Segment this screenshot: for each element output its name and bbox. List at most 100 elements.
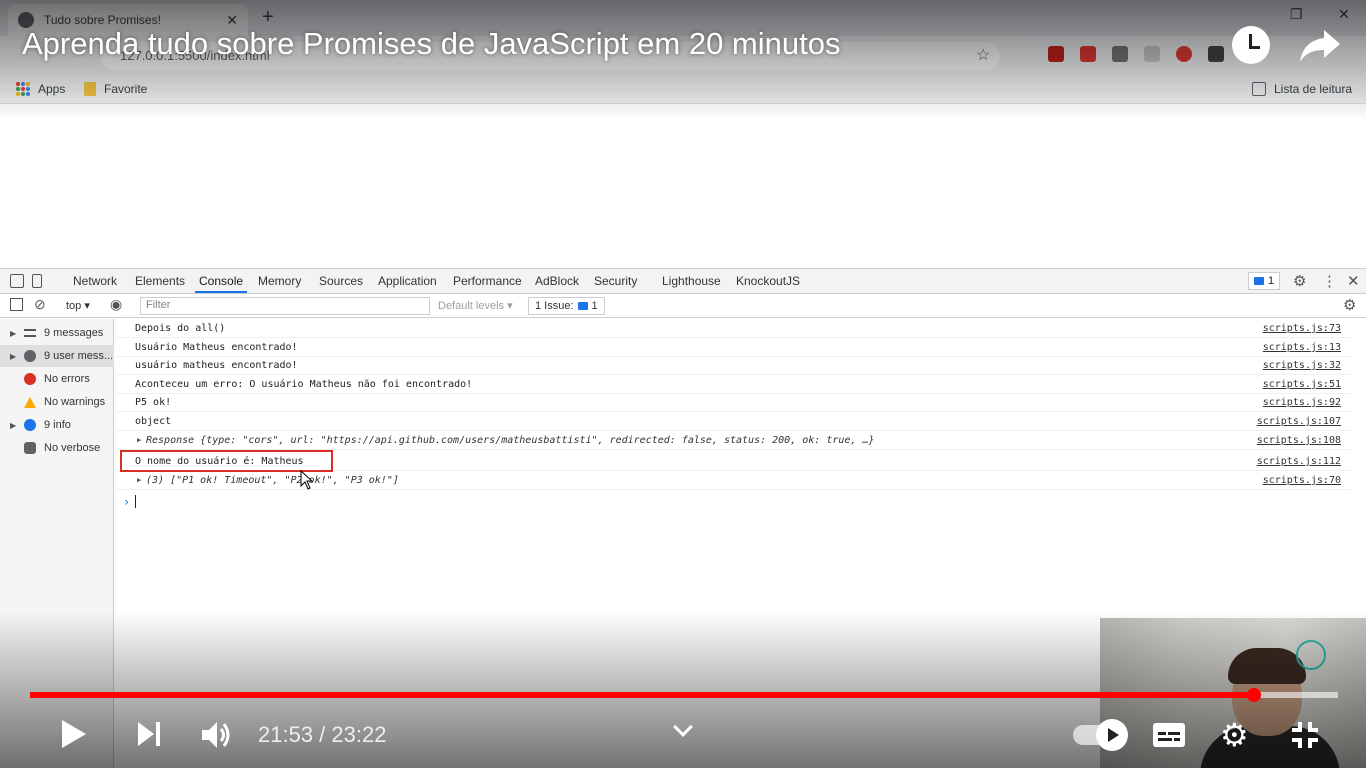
console-settings-gear-icon[interactable]: ⚙ (1343, 296, 1356, 314)
console-message: Usuário Matheus encontrado! scripts.js:1… (115, 338, 1351, 357)
volume-icon[interactable] (200, 720, 234, 750)
subtitles-icon[interactable] (1152, 722, 1186, 748)
error-icon (24, 373, 36, 385)
exit-fullscreen-icon[interactable] (1290, 720, 1320, 750)
watch-later-clock-icon[interactable] (1232, 26, 1270, 64)
opera-extension-icon[interactable] (1176, 46, 1192, 62)
tab-console[interactable]: Console (194, 274, 248, 293)
device-toolbar-icon[interactable] (32, 274, 42, 288)
live-expression-eye-icon[interactable]: ◉ (110, 296, 122, 313)
sidebar-toggle-icon[interactable] (10, 298, 23, 311)
console-message: object scripts.js:107 (115, 412, 1351, 431)
reading-list-label: Lista de leitura (1274, 82, 1353, 96)
source-link[interactable]: scripts.js:108 (1257, 435, 1341, 446)
video-title[interactable]: Aprenda tudo sobre Promises de JavaScrip… (22, 26, 840, 62)
tab-knockoutjs[interactable]: KnockoutJS (736, 274, 800, 288)
play-icon[interactable] (60, 718, 88, 750)
devtools-tabbar: Network Elements Console Memory Sources … (0, 268, 1366, 294)
tab-network[interactable]: Network (73, 274, 117, 288)
time-display: 21:53 / 23:22 (258, 722, 387, 747)
sidebar-item-warnings[interactable]: No warnings (0, 391, 114, 413)
pdf-extension-icon[interactable] (1048, 46, 1064, 62)
expand-triangle-icon[interactable]: ▶ (137, 476, 141, 484)
issues-counter-button[interactable]: 1 (1248, 272, 1281, 290)
verbose-icon (24, 442, 36, 454)
tab-lighthouse[interactable]: Lighthouse (662, 274, 721, 288)
issues-button-count: 1 (591, 300, 598, 312)
expand-caret-icon: ▶ (10, 351, 17, 361)
settings-gear-icon[interactable]: ⚙ (1220, 716, 1249, 754)
folder-icon (84, 82, 96, 96)
info-icon (24, 419, 36, 431)
tab-elements[interactable]: Elements (135, 274, 185, 288)
tab-title: Tudo sobre Promises! (44, 13, 161, 27)
extension-icon[interactable] (1080, 46, 1096, 62)
source-link[interactable]: scripts.js:13 (1263, 342, 1341, 353)
log-levels-dropdown[interactable]: Default levels ▾ (438, 299, 513, 312)
console-message: Aconteceu um erro: O usuário Matheus não… (115, 375, 1351, 394)
sidebar-item-user-messages[interactable]: ▶ 9 user mess... (0, 345, 114, 367)
console-input-caret[interactable] (135, 495, 136, 508)
more-options-icon[interactable]: ⋮ (1322, 272, 1337, 290)
console-message: Depois do all() scripts.js:73 (115, 319, 1351, 338)
filter-input[interactable]: Filter (140, 297, 430, 315)
tab-performance[interactable]: Performance (453, 274, 522, 288)
tab-security[interactable]: Security (594, 274, 637, 288)
console-filter-bar: ⊘ top ▾ ◉ Filter Default levels ▾ 1 Issu… (0, 294, 1366, 318)
expand-triangle-icon[interactable]: ▶ (137, 436, 141, 444)
progress-bar[interactable] (30, 688, 1338, 702)
source-link[interactable]: scripts.js:107 (1257, 416, 1341, 427)
settings-gear-icon[interactable]: ⚙ (1293, 272, 1306, 290)
clear-console-icon[interactable]: ⊘ (34, 296, 46, 313)
share-arrow-icon[interactable] (1298, 26, 1342, 66)
context-selector[interactable]: top ▾ (66, 299, 90, 312)
warning-icon (24, 396, 36, 408)
bookmark-label: Apps (38, 82, 66, 96)
source-link[interactable]: scripts.js:112 (1257, 456, 1341, 467)
sidebar-item-info[interactable]: ▶ 9 info (0, 414, 114, 436)
issues-button[interactable]: 1 Issue: 1 (528, 297, 605, 315)
progress-played (30, 692, 1255, 698)
issue-flag-icon (577, 302, 588, 310)
extension-icon[interactable] (1208, 46, 1224, 62)
extension-icon[interactable] (1112, 46, 1128, 62)
bookmarks-bar: Apps Favorite Lista de leitura (0, 76, 1366, 104)
console-message: P5 ok! scripts.js:92 (115, 393, 1351, 412)
inspect-element-icon[interactable] (10, 274, 24, 288)
apps-grid-icon (16, 82, 30, 96)
tab-memory[interactable]: Memory (258, 274, 301, 288)
console-object-message[interactable]: ▶ Response {type: "cors", url: "https://… (115, 431, 1351, 450)
expand-caret-icon: ▶ (10, 420, 17, 430)
source-link[interactable]: scripts.js:73 (1263, 323, 1341, 334)
list-icon (24, 329, 36, 337)
mouse-cursor-icon (300, 470, 314, 490)
console-sidebar: ▶ 9 messages ▶ 9 user mess... No errors … (0, 319, 114, 768)
sidebar-item-errors[interactable]: No errors (0, 368, 114, 390)
close-devtools-icon[interactable]: ✕ (1347, 272, 1360, 290)
expand-caret-icon: ▶ (10, 328, 17, 338)
page-content (0, 105, 1366, 268)
next-video-icon[interactable] (136, 720, 164, 748)
sidebar-item-messages[interactable]: ▶ 9 messages (0, 322, 114, 344)
tab-application[interactable]: Application (378, 274, 437, 288)
highlight-box (120, 450, 333, 472)
autoplay-play-icon[interactable] (1096, 719, 1128, 751)
tab-sources[interactable]: Sources (319, 274, 363, 288)
source-link[interactable]: scripts.js:70 (1263, 475, 1341, 486)
reading-list-button[interactable]: Lista de leitura (1252, 82, 1352, 96)
source-link[interactable]: scripts.js:32 (1263, 360, 1341, 371)
extension-icon[interactable] (1144, 46, 1160, 62)
channel-logo-icon (1296, 640, 1326, 670)
bookmark-apps[interactable]: Apps (16, 82, 65, 96)
bookmark-star-icon[interactable]: ☆ (976, 45, 990, 65)
issues-count: 1 (1268, 275, 1275, 287)
source-link[interactable]: scripts.js:51 (1263, 379, 1341, 390)
user-icon (24, 350, 36, 362)
reading-list-icon (1252, 82, 1266, 96)
close-window-icon[interactable]: ✕ (1338, 6, 1350, 23)
restore-window-icon[interactable]: ❐ (1290, 6, 1303, 23)
tab-adblock[interactable]: AdBlock (535, 274, 579, 288)
sidebar-item-verbose[interactable]: No verbose (0, 437, 114, 459)
bookmark-favorite[interactable]: Favorite (84, 82, 147, 96)
source-link[interactable]: scripts.js:92 (1263, 397, 1341, 408)
